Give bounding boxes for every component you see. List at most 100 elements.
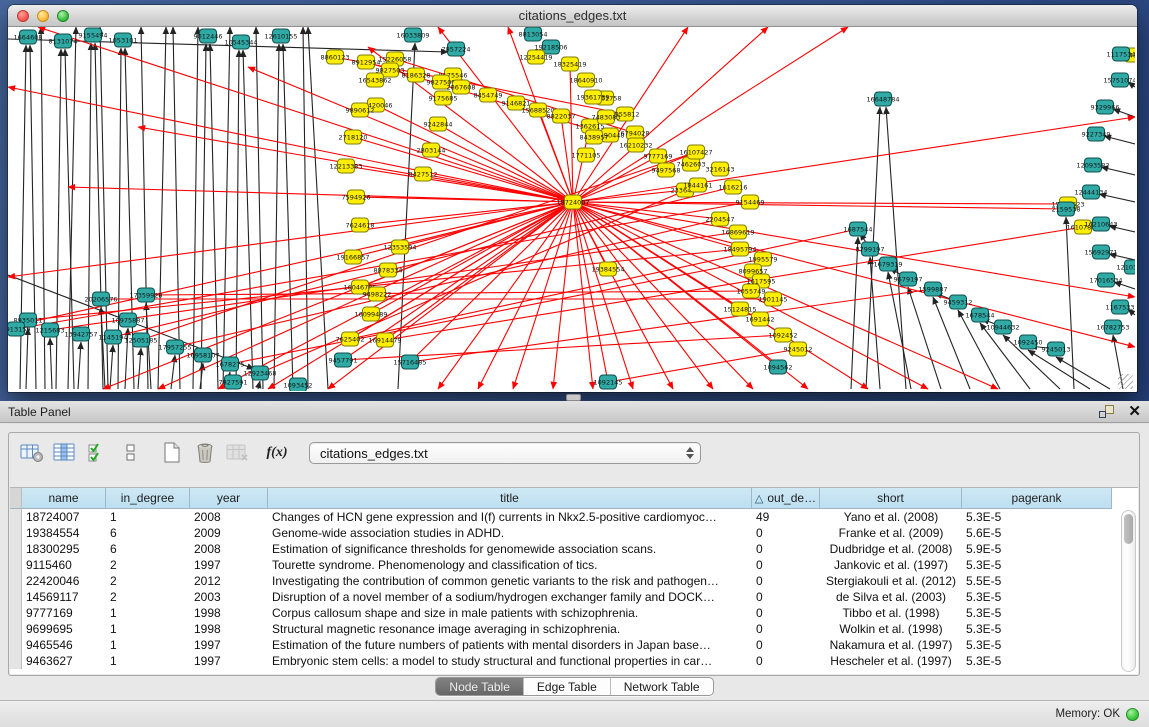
- table-cell[interactable]: 6: [106, 525, 190, 541]
- new-table-button[interactable]: [157, 439, 187, 467]
- column-header-pagerank[interactable]: pagerank: [962, 488, 1112, 509]
- table-cell[interactable]: 5.3E-5: [962, 637, 1112, 653]
- graph-node[interactable]: 16782753: [1096, 320, 1129, 334]
- table-cell[interactable]: Estimation of significance thresholds fo…: [268, 541, 752, 557]
- table-cell[interactable]: 49: [752, 509, 820, 525]
- graph-node[interactable]: 9155494: [79, 28, 108, 42]
- table-cell[interactable]: Franke et al. (2009): [820, 525, 962, 541]
- tab-edge-table[interactable]: Edge Table: [523, 678, 610, 695]
- table-cell[interactable]: 1997: [190, 637, 268, 653]
- table-cell[interactable]: 1: [106, 509, 190, 525]
- table-cell[interactable]: 5.6E-5: [962, 525, 1112, 541]
- table-row[interactable]: 977716911998Corpus callosum shape and si…: [10, 605, 1138, 621]
- table-cell[interactable]: 2: [106, 557, 190, 573]
- graph-node[interactable]: 17016534: [1089, 273, 1122, 287]
- table-cell[interactable]: 0: [752, 541, 820, 557]
- graph-node[interactable]: 9459312: [944, 295, 973, 309]
- table-row[interactable]: 946362711997Embryonic stem cells: a mode…: [10, 653, 1138, 669]
- graph-node[interactable]: 16033809: [396, 28, 429, 42]
- table-cell[interactable]: 6: [106, 541, 190, 557]
- resize-grip[interactable]: [1118, 374, 1133, 389]
- scrollbar-thumb[interactable]: [1124, 514, 1133, 544]
- table-columns-button[interactable]: [50, 439, 80, 467]
- table-cell[interactable]: 5.3E-5: [962, 653, 1112, 669]
- table-cell[interactable]: 1998: [190, 605, 268, 621]
- table-row[interactable]: 1872400712008Changes of HCN gene express…: [10, 509, 1138, 525]
- graph-node[interactable]: 1053101: [109, 33, 138, 47]
- table-cell[interactable]: Estimation of the future numbers of pati…: [268, 637, 752, 653]
- graph-node[interactable]: 7857224: [442, 42, 471, 56]
- graph-node[interactable]: 15751074: [1103, 73, 1135, 87]
- graph-node[interactable]: 9457791: [329, 353, 358, 367]
- table-select-dropdown[interactable]: citations_edges.txt: [309, 442, 701, 464]
- table-cell[interactable]: Corpus callosum shape and size in male p…: [268, 605, 752, 621]
- graph-node[interactable]: 18640910: [569, 73, 602, 87]
- graph-node[interactable]: 12610155: [264, 29, 297, 43]
- graph-node[interactable]: 1616216: [719, 180, 748, 194]
- graph-node[interactable]: 2204547: [706, 212, 735, 226]
- graph-node[interactable]: 1094562: [764, 360, 793, 374]
- table-cell[interactable]: Stergiakouli et al. (2012): [820, 573, 962, 589]
- graph-node[interactable]: 1599887: [919, 282, 948, 296]
- table-cell[interactable]: 0: [752, 589, 820, 605]
- graph-node[interactable]: 18495794: [723, 242, 756, 256]
- graph-node[interactable]: 12444134: [1074, 185, 1107, 199]
- table-cell[interactable]: 9699695: [22, 621, 106, 637]
- table-row[interactable]: 969969511998Structural magnetic resonanc…: [10, 621, 1138, 637]
- table-cell[interactable]: Disruption of a novel member of a sodium…: [268, 589, 752, 605]
- graph-node[interactable]: 7624618: [346, 218, 375, 232]
- import-table-button[interactable]: [223, 439, 253, 467]
- graph-node[interactable]: 15692971: [1084, 245, 1117, 259]
- graph-node[interactable]: 17359928: [129, 288, 162, 302]
- table-cell[interactable]: 0: [752, 573, 820, 589]
- table-cell[interactable]: 2: [106, 589, 190, 605]
- graph-node[interactable]: 8131074: [49, 34, 78, 48]
- table-cell[interactable]: 5.3E-5: [962, 589, 1112, 605]
- table-cell[interactable]: 2003: [190, 589, 268, 605]
- table-row[interactable]: 1830029562008Estimation of significance …: [10, 541, 1138, 557]
- graph-node[interactable]: 7594926: [342, 190, 371, 204]
- table-settings-button[interactable]: [17, 439, 47, 467]
- table-cell[interactable]: 0: [752, 637, 820, 653]
- table-cell[interactable]: 5.3E-5: [962, 509, 1112, 525]
- column-checklist-button[interactable]: [83, 439, 113, 467]
- tab-network-table[interactable]: Network Table: [610, 678, 713, 695]
- table-cell[interactable]: 1997: [190, 653, 268, 669]
- panel-splitter-handle[interactable]: [566, 394, 581, 401]
- close-window-button[interactable]: [17, 10, 29, 22]
- table-cell[interactable]: 0: [752, 621, 820, 637]
- column-header-title[interactable]: title: [268, 488, 752, 509]
- tab-node-table[interactable]: Node Table: [436, 678, 523, 695]
- table-cell[interactable]: 5.3E-5: [962, 605, 1112, 621]
- function-builder-button[interactable]: f(x): [262, 439, 292, 467]
- zoom-window-button[interactable]: [57, 10, 69, 22]
- table-row[interactable]: 1938455462009Genome-wide association stu…: [10, 525, 1138, 541]
- table-cell[interactable]: 1998: [190, 621, 268, 637]
- table-cell[interactable]: 19384554: [22, 525, 106, 541]
- table-cell[interactable]: 2008: [190, 541, 268, 557]
- table-cell[interactable]: Genome-wide association studies in ADHD.: [268, 525, 752, 541]
- graph-node[interactable]: 1679319: [874, 257, 903, 271]
- table-cell[interactable]: 2009: [190, 525, 268, 541]
- graph-node[interactable]: 2718120: [339, 130, 368, 144]
- graph-node[interactable]: 9154469: [736, 195, 765, 209]
- table-cell[interactable]: 5.3E-5: [962, 621, 1112, 637]
- table-cell[interactable]: 1: [106, 621, 190, 637]
- close-panel-icon[interactable]: ✕: [1128, 405, 1141, 418]
- graph-node[interactable]: 1664608: [14, 30, 43, 44]
- graph-node[interactable]: 8813054: [519, 27, 548, 41]
- column-header-name[interactable]: name: [22, 488, 106, 509]
- graph-node[interactable]: 8878334: [374, 263, 403, 277]
- table-cell[interactable]: 18300295: [22, 541, 106, 557]
- graph-node[interactable]: 16869619: [721, 225, 754, 239]
- float-panel-icon[interactable]: [1099, 405, 1114, 418]
- column-header-out_de[interactable]: △out_de…: [752, 488, 820, 509]
- graph-node[interactable]: 9227349: [1082, 127, 1111, 141]
- table-cell[interactable]: 9115460: [22, 557, 106, 573]
- table-cell[interactable]: 18724007: [22, 509, 106, 525]
- graph-node[interactable]: 9245012: [784, 342, 813, 356]
- graph-node[interactable]: 1687544: [844, 222, 873, 236]
- table-row[interactable]: 946554611997Estimation of the future num…: [10, 637, 1138, 653]
- graph-node[interactable]: 19166857: [336, 250, 369, 264]
- table-cell[interactable]: 9777169: [22, 605, 106, 621]
